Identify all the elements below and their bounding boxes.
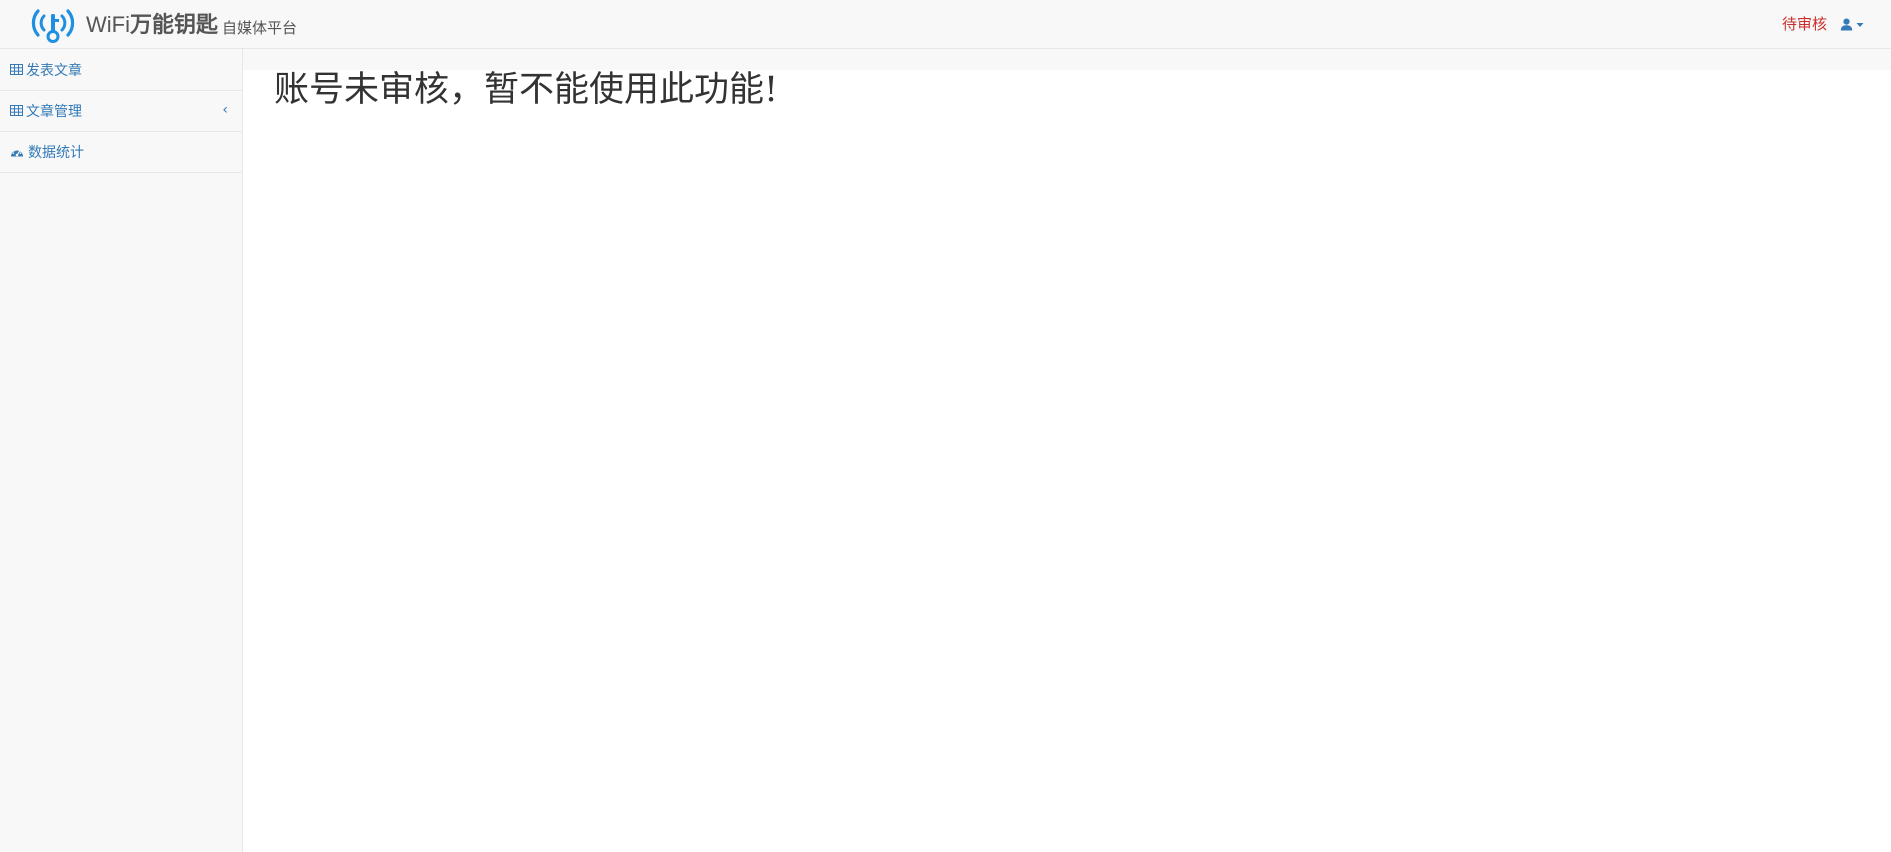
table-icon — [10, 63, 24, 76]
sidebar-item-publish-article[interactable]: 发表文章 — [0, 49, 242, 91]
user-icon — [1840, 18, 1853, 30]
brand-name-cn: 万能钥匙 — [129, 12, 218, 37]
pending-review-status-link[interactable]: 待审核 — [1782, 14, 1827, 34]
brand-subtitle: 自媒体平台 — [222, 19, 298, 37]
chevron-left-icon[interactable]: ‹ — [222, 103, 228, 117]
user-dropdown-toggle[interactable] — [1840, 14, 1865, 34]
sidebar-item-label: 文章管理 — [26, 104, 82, 120]
account-unverified-notice: 账号未审核，暂不能使用此功能! — [274, 70, 779, 110]
dashboard-icon — [10, 146, 24, 158]
sidebar-item-article-management[interactable]: 文章管理 ‹ — [0, 91, 242, 132]
sidebar: 发表文章 文章管理 ‹ 数据统计 — [0, 49, 243, 852]
caret-down-icon — [1856, 22, 1864, 27]
main-content: 账号未审核，暂不能使用此功能! — [243, 70, 1891, 852]
table-icon — [10, 105, 24, 117]
top-navbar: WiFi万能钥匙 自媒体平台 待审核 — [0, 0, 1891, 49]
sidebar-item-label: 数据统计 — [28, 145, 84, 161]
brand-name-latin: WiFi — [86, 12, 130, 37]
brand-home-link[interactable]: WiFi万能钥匙 自媒体平台 — [30, 7, 297, 43]
wifi-key-logo-icon — [31, 9, 75, 43]
brand-name: WiFi万能钥匙 — [86, 7, 218, 43]
sidebar-item-label: 发表文章 — [26, 62, 82, 79]
content-top-strip — [243, 49, 1891, 70]
sidebar-item-data-statistics[interactable]: 数据统计 — [0, 132, 242, 173]
